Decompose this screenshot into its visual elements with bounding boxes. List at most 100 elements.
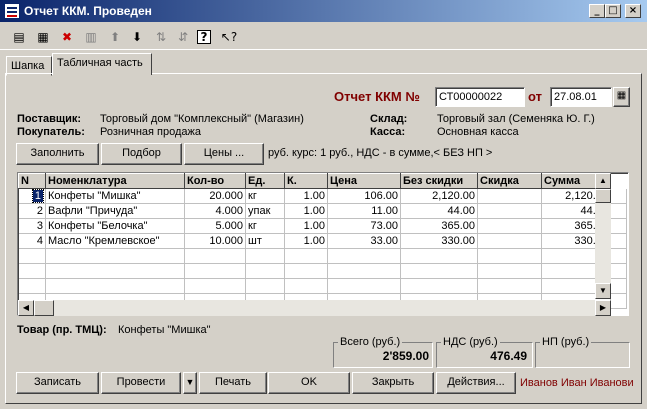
item-info-value: Конфеты "Мишка" [118,324,211,336]
cell-qty[interactable]: 5.000 [184,218,246,234]
column-header[interactable]: Без скидки [400,173,478,189]
scroll-right-icon[interactable]: ▶ [595,300,611,316]
cell-disc[interactable] [477,218,542,234]
column-header[interactable]: N [18,173,46,189]
supplier-value: Торговый дом "Комплексный" (Магазин) [100,113,304,125]
items-table-body: N Номенклатура Кол-во Ед. К. Цена Без ск… [18,173,627,309]
column-header[interactable]: Ед. [245,173,285,189]
total-value: 2'859.00 [382,349,429,363]
cell-k[interactable]: 1.00 [284,218,328,234]
column-header[interactable]: Скидка [477,173,542,189]
fill-button[interactable]: Заполнить [16,143,99,165]
document-icon [4,3,20,19]
table-row[interactable]: 4 Масло "Кремлевское" 10.000 шт 1.00 33.… [18,233,627,249]
context-help-icon[interactable]: ↖? [220,28,238,46]
empty-row [18,248,627,264]
cell-nodisc[interactable]: 365.00 [400,218,478,234]
cell-price[interactable]: 106.00 [327,188,401,204]
cell-k[interactable]: 1.00 [284,188,328,204]
cell-name[interactable]: Конфеты "Белочка" [45,218,185,234]
warehouse-label: Склад: [370,113,408,125]
hscroll-thumb[interactable] [34,300,54,316]
doc-heading: Отчет ККМ № [334,89,420,104]
buyer-value: Розничная продажа [100,126,202,138]
cell-unit[interactable]: кг [245,218,285,234]
cell-price[interactable]: 11.00 [327,203,401,219]
new-row-icon[interactable]: ▤ [10,28,28,46]
cell-disc[interactable] [477,188,542,204]
cell-disc[interactable] [477,233,542,249]
vat-value: 476.49 [490,349,527,363]
cell-k[interactable]: 1.00 [284,233,328,249]
cell-price[interactable]: 33.00 [327,233,401,249]
cell-name[interactable]: Масло "Кремлевское" [45,233,185,249]
cell-qty[interactable]: 10.000 [184,233,246,249]
select-button[interactable]: Подбор [101,143,182,165]
from-label: от [528,89,542,104]
cell-nodisc[interactable]: 2,120.00 [400,188,478,204]
column-header[interactable]: Кол-во [184,173,246,189]
column-header[interactable]: Цена [327,173,401,189]
maximize-button[interactable]: □ [605,4,621,18]
row-number: 4 [18,233,46,249]
post-dropdown-icon[interactable]: ▼ [183,372,197,394]
cell-unit[interactable]: шт [245,233,285,249]
close-button[interactable]: × [625,4,641,18]
doc-date-field[interactable]: 27.08.01 [550,87,612,107]
cell-k[interactable]: 1.00 [284,203,328,219]
scroll-thumb[interactable] [595,189,611,203]
doc-number-field[interactable]: СТ00000022 [435,87,525,107]
empty-row [18,263,627,279]
prices-button[interactable]: Цены ... [184,143,264,165]
actions-button[interactable]: Действия... [436,372,516,394]
row-number: 2 [18,203,46,219]
scroll-up-icon[interactable]: ▲ [595,173,611,189]
sort-desc-icon[interactable]: ⇵ [174,28,192,46]
scroll-left-icon[interactable]: ◀ [18,300,34,316]
delete-row-icon[interactable]: ✖ [58,28,76,46]
move-down-icon[interactable]: ⬇ [128,28,146,46]
close-form-button[interactable]: Закрыть [352,372,434,394]
supplier-label: Поставщик: [17,113,82,125]
table-row[interactable]: 3 Конфеты "Белочка" 5.000 кг 1.00 73.00 … [18,218,627,234]
column-header[interactable]: К. [284,173,328,189]
cell-name[interactable]: Вафли "Причуда" [45,203,185,219]
cell-qty[interactable]: 4.000 [184,203,246,219]
user-name: Иванов Иван Иванови [520,377,634,389]
cell-unit[interactable]: кг [245,188,285,204]
minimize-button[interactable]: _ [589,4,605,18]
post-button[interactable]: Провести [101,372,181,394]
vertical-scrollbar[interactable]: ▲ ▼ [595,173,611,299]
cell-nodisc[interactable]: 330.00 [400,233,478,249]
items-table[interactable]: N Номенклатура Кол-во Ед. К. Цена Без ск… [17,172,629,316]
row-number: 3 [18,218,46,234]
empty-row [18,278,627,294]
cashbox-value: Основная касса [437,126,519,138]
move-up-icon[interactable]: ⬆ [106,28,124,46]
cell-unit[interactable]: упак [245,203,285,219]
scroll-down-icon[interactable]: ▼ [595,283,611,299]
horizontal-scrollbar[interactable]: ◀ ▶ [18,300,611,316]
rate-info: руб. курс: 1 руб., НДС - в сумме,< БЕЗ Н… [268,147,493,159]
table-row[interactable]: 1 Конфеты "Мишка" 20.000 кг 1.00 106.00 … [18,188,627,204]
copy-row-icon[interactable]: ▥ [82,28,100,46]
tab-table[interactable]: Табличная часть [52,53,152,75]
table-row[interactable]: 2 Вафли "Причуда" 4.000 упак 1.00 11.00 … [18,203,627,219]
cell-disc[interactable] [477,203,542,219]
add-row-icon[interactable]: ▦ [34,28,52,46]
help-icon[interactable]: ? [197,30,211,44]
cell-price[interactable]: 73.00 [327,218,401,234]
save-button[interactable]: Записать [16,372,99,394]
vat-label: НДС (руб.) [441,336,500,348]
item-info-label: Товар (пр. ТМЦ): [17,324,107,336]
ok-button[interactable]: OK [268,372,350,394]
sort-asc-icon[interactable]: ⇅ [152,28,170,46]
cell-name[interactable]: Конфеты "Мишка" [45,188,185,204]
column-header[interactable]: Номенклатура [45,173,185,189]
print-button[interactable]: Печать [199,372,267,394]
cell-nodisc[interactable]: 44.00 [400,203,478,219]
title-bar[interactable]: Отчет ККМ. Проведен _ □ × [0,0,647,22]
row-number: 1 [31,189,45,203]
calendar-icon[interactable]: ▦ [613,87,630,107]
cell-qty[interactable]: 20.000 [184,188,246,204]
